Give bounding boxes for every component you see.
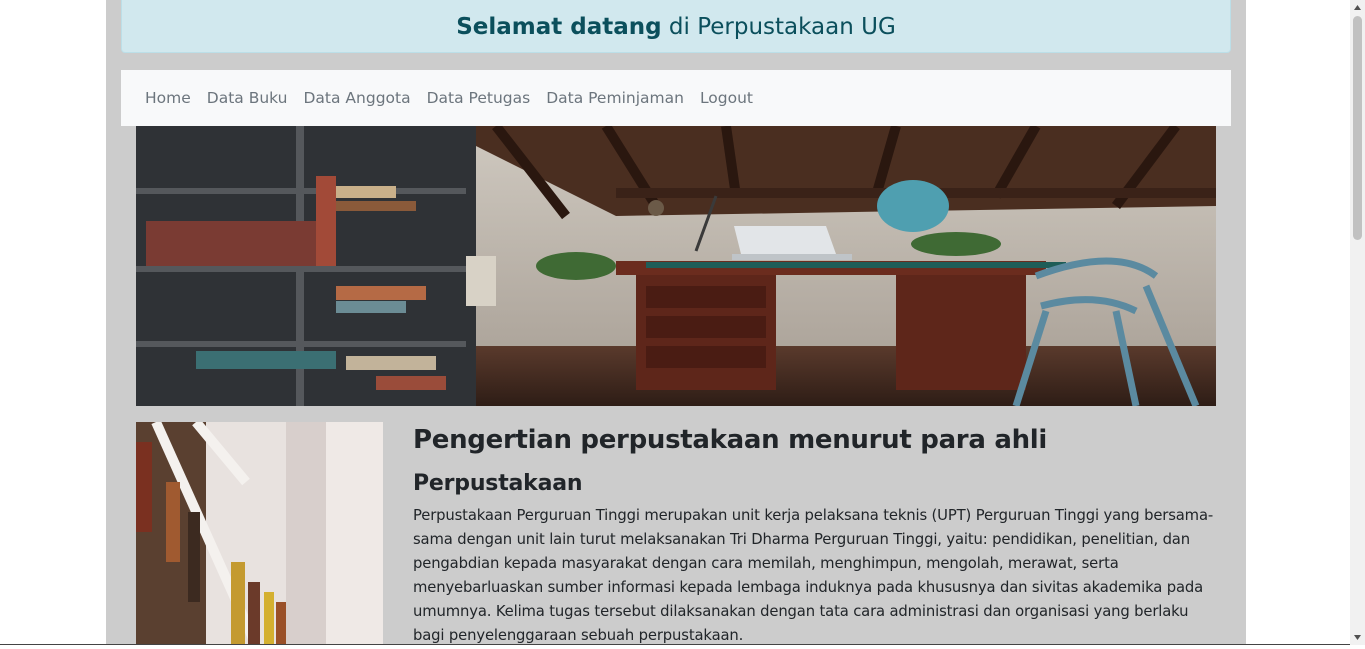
- navbar: Home Data Buku Data Anggota Data Petugas…: [121, 70, 1231, 126]
- article-heading: Pengertian perpustakaan menurut para ahl…: [413, 425, 1048, 455]
- welcome-title-rest: di Perpustakaan UG: [661, 14, 896, 40]
- page-container: Selamat datang di Perpustakaan UG Home D…: [106, 0, 1246, 645]
- nav-data-buku[interactable]: Data Buku: [199, 89, 296, 107]
- article: Pengertian perpustakaan menurut para ahl…: [413, 420, 1223, 648]
- welcome-banner: Selamat datang di Perpustakaan UG: [121, 0, 1231, 53]
- article-body: Perpustakaan Perguruan Tinggi merupakan …: [413, 507, 1214, 644]
- side-image: [136, 422, 383, 645]
- nav-home[interactable]: Home: [137, 89, 199, 107]
- scroll-down-arrow-icon[interactable]: [1350, 630, 1365, 645]
- welcome-title-bold: Selamat datang: [456, 14, 662, 40]
- nav-data-petugas[interactable]: Data Petugas: [419, 89, 539, 107]
- vertical-scrollbar[interactable]: [1350, 0, 1365, 645]
- nav-data-anggota[interactable]: Data Anggota: [296, 89, 419, 107]
- scroll-up-arrow-icon[interactable]: [1350, 0, 1365, 15]
- nav-logout[interactable]: Logout: [692, 89, 761, 107]
- hero-image: [136, 126, 1216, 406]
- scrollbar-thumb[interactable]: [1353, 16, 1362, 240]
- nav-data-peminjaman[interactable]: Data Peminjaman: [538, 89, 692, 107]
- article-subheading: Perpustakaan: [413, 471, 583, 496]
